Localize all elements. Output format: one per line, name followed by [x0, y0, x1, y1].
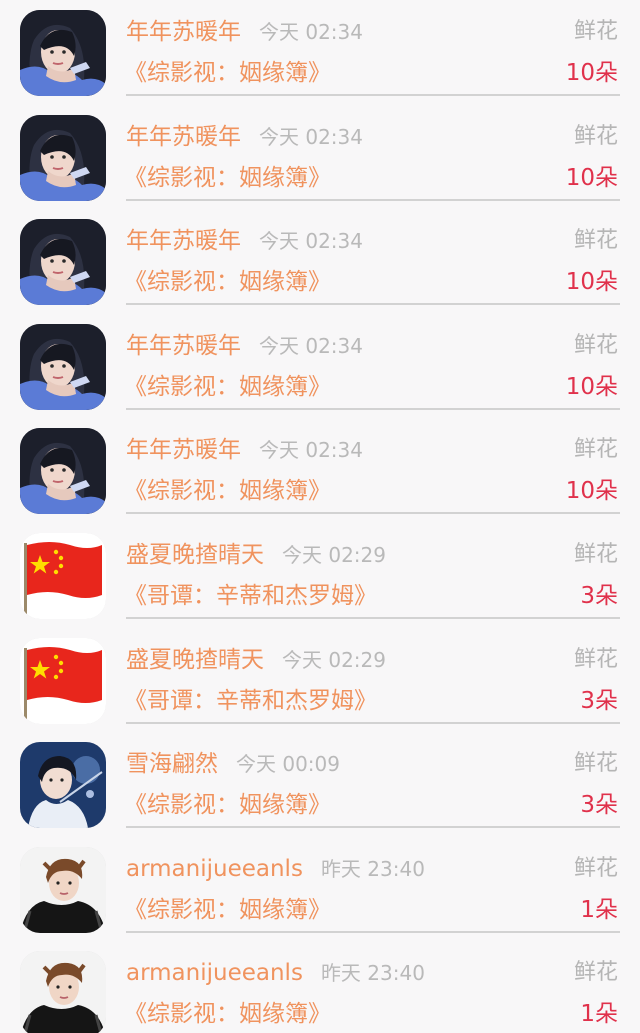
gift-type-label: 鲜花: [573, 542, 618, 567]
portrait-woman-avatar: [20, 114, 106, 201]
gift-record-row[interactable]: 年年苏暖年 今天 02:34 《综影视：姻缘簿》 鲜花 10朵: [0, 418, 640, 523]
china-flag-avatar[interactable]: [20, 533, 106, 619]
portrait-man-avatar[interactable]: [20, 846, 106, 933]
portrait-woman-avatar: [20, 428, 106, 515]
gift-type-label: 鲜花: [573, 19, 618, 44]
gift-type-label: 鲜花: [573, 437, 618, 463]
book-title[interactable]: 《综影视：姻缘簿》: [124, 57, 331, 89]
book-title[interactable]: 《综影视：姻缘簿》: [124, 266, 331, 298]
sender-name[interactable]: 雪海翩然: [126, 751, 218, 777]
sent-time: 昨天 23:40: [320, 961, 425, 986]
sender-name[interactable]: 年年苏暖年: [126, 437, 241, 463]
gift-record-row[interactable]: 年年苏暖年 今天 02:34 《综影视：姻缘簿》 鲜花 10朵: [0, 0, 640, 105]
portrait-man-avatar[interactable]: [20, 951, 106, 1033]
gift-count: 10朵: [565, 269, 618, 296]
gift-record-row[interactable]: 盛夏晚揸晴天 今天 02:29 《哥谭：辛蒂和杰罗姆》 鲜花 3朵: [0, 628, 640, 733]
row-divider: [126, 94, 620, 96]
portrait-woman-avatar: [20, 10, 106, 96]
china-flag-avatar: [20, 533, 106, 619]
gift-count: 3朵: [580, 792, 618, 819]
book-title[interactable]: 《哥谭：辛蒂和杰罗姆》: [124, 685, 377, 717]
row-divider: [126, 303, 620, 306]
portrait-woman-avatar[interactable]: [20, 428, 106, 515]
book-title[interactable]: 《综影视：姻缘簿》: [124, 475, 331, 507]
gift-type-label: 鲜花: [573, 123, 618, 149]
sender-name[interactable]: 年年苏暖年: [126, 19, 241, 45]
row-divider: [126, 826, 620, 829]
book-title[interactable]: 《综影视：姻缘簿》: [124, 789, 331, 821]
sent-time: 昨天 23:40: [320, 856, 425, 881]
sent-time: 今天 02:29: [282, 647, 386, 672]
sender-name[interactable]: 盛夏晚揸晴天: [126, 542, 264, 568]
portrait-woman-avatar[interactable]: [20, 114, 106, 201]
china-flag-avatar: [20, 637, 106, 724]
gift-type-label: 鲜花: [573, 332, 618, 358]
gift-record-row[interactable]: 盛夏晚揸晴天 今天 02:29 《哥谭：辛蒂和杰罗姆》 鲜花 3朵: [0, 523, 640, 628]
sent-time: 今天 02:29: [282, 543, 386, 567]
row-divider: [126, 930, 620, 933]
portrait-man-avatar: [20, 951, 106, 1033]
row-divider: [126, 721, 620, 724]
gift-type-label: 鲜花: [573, 960, 618, 986]
gift-count: 10朵: [565, 60, 618, 86]
portrait-woman-avatar[interactable]: [20, 10, 106, 96]
sent-time: 今天 00:09: [236, 752, 340, 777]
sender-name[interactable]: 盛夏晚揸晴天: [126, 647, 264, 673]
gift-type-label: 鲜花: [573, 855, 618, 881]
sent-time: 今天 02:34: [259, 229, 363, 254]
row-divider: [126, 198, 620, 201]
gift-record-row[interactable]: 雪海翩然 今天 00:09 《综影视：姻缘簿》 鲜花 3朵: [0, 732, 640, 837]
sender-name[interactable]: 年年苏暖年: [126, 124, 241, 150]
book-title[interactable]: 《哥谭：辛蒂和杰罗姆》: [124, 580, 377, 612]
gift-record-row[interactable]: 年年苏暖年 今天 02:34 《综影视：姻缘簿》 鲜花 10朵: [0, 314, 640, 419]
sender-name[interactable]: 年年苏暖年: [126, 333, 241, 359]
gift-record-row[interactable]: 年年苏暖年 今天 02:34 《综影视：姻缘簿》 鲜花 10朵: [0, 209, 640, 314]
portrait-swordsman-avatar: [20, 742, 106, 829]
gift-type-label: 鲜花: [573, 228, 618, 254]
sent-time: 今天 02:34: [259, 333, 363, 358]
gift-type-label: 鲜花: [573, 751, 618, 777]
row-divider: [126, 512, 620, 515]
row-divider: [126, 407, 620, 410]
row-divider: [126, 617, 620, 619]
gift-count: 10朵: [565, 164, 618, 191]
china-flag-avatar[interactable]: [20, 637, 106, 724]
portrait-man-avatar: [20, 846, 106, 933]
portrait-swordsman-avatar[interactable]: [20, 742, 106, 829]
gift-record-row[interactable]: armanijueeanls 昨天 23:40 《综影视：姻缘簿》 鲜花 1朵: [0, 941, 640, 1033]
gift-count: 10朵: [565, 478, 618, 505]
gift-record-list[interactable]: 年年苏暖年 今天 02:34 《综影视：姻缘簿》 鲜花 10朵 年年苏暖年 今天 0…: [0, 0, 640, 1033]
sent-time: 今天 02:34: [259, 20, 363, 44]
book-title[interactable]: 《综影视：姻缘簿》: [124, 998, 331, 1030]
sender-name[interactable]: armanijueeanls: [126, 856, 303, 882]
sent-time: 今天 02:34: [259, 438, 363, 463]
gift-count: 3朵: [580, 687, 618, 714]
gift-count: 1朵: [580, 1001, 618, 1028]
book-title[interactable]: 《综影视：姻缘簿》: [124, 162, 331, 194]
book-title[interactable]: 《综影视：姻缘簿》: [124, 894, 331, 926]
gift-count: 10朵: [565, 373, 618, 400]
sender-name[interactable]: armanijueeanls: [126, 960, 303, 986]
portrait-woman-avatar[interactable]: [20, 323, 106, 410]
gift-count: 3朵: [580, 583, 618, 609]
sent-time: 今天 02:34: [259, 124, 363, 149]
gift-count: 1朵: [580, 896, 618, 923]
gift-type-label: 鲜花: [573, 646, 618, 672]
gift-record-row[interactable]: 年年苏暖年 今天 02:34 《综影视：姻缘簿》 鲜花 10朵: [0, 105, 640, 210]
portrait-woman-avatar: [20, 219, 106, 306]
sender-name[interactable]: 年年苏暖年: [126, 228, 241, 254]
book-title[interactable]: 《综影视：姻缘簿》: [124, 371, 331, 403]
portrait-woman-avatar: [20, 323, 106, 410]
portrait-woman-avatar[interactable]: [20, 219, 106, 306]
gift-record-row[interactable]: armanijueeanls 昨天 23:40 《综影视：姻缘簿》 鲜花 1朵: [0, 837, 640, 942]
